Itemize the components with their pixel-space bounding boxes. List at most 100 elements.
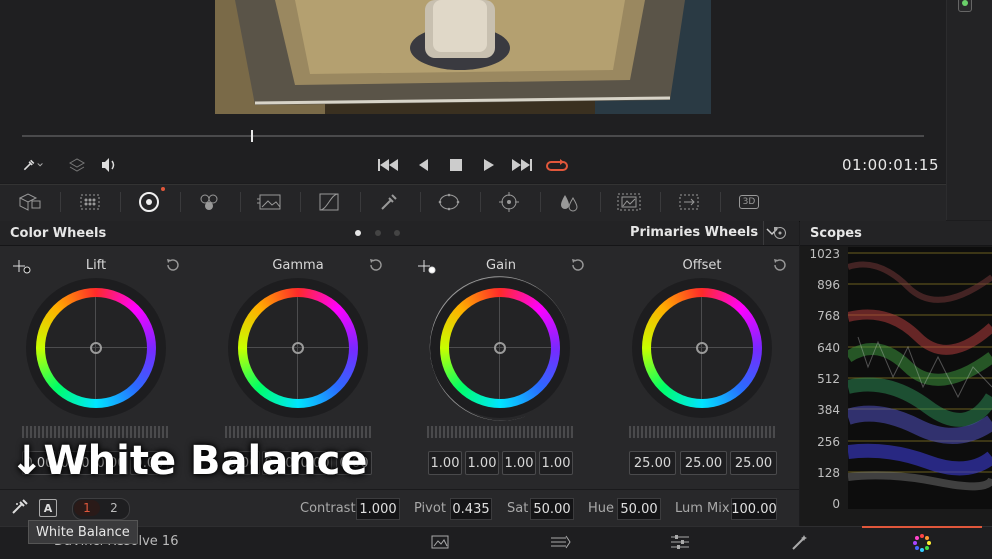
toolbar-divider — [240, 192, 241, 212]
offset-wheel[interactable] — [632, 278, 772, 418]
reset-all-icon[interactable] — [772, 225, 788, 245]
gain-reset-icon[interactable] — [570, 257, 586, 277]
mode-dropdown-label: Primaries Wheels — [630, 225, 759, 240]
gain-wheel[interactable] — [430, 278, 570, 418]
gamma-wheel[interactable] — [228, 278, 368, 418]
toolbar-divider — [600, 192, 601, 212]
lift-master-slider[interactable] — [22, 426, 168, 438]
skip-to-start-icon[interactable] — [377, 154, 399, 176]
play-reverse-icon[interactable] — [412, 154, 434, 176]
edit-page-icon[interactable] — [380, 526, 500, 558]
motion-effects-icon[interactable] — [249, 184, 289, 220]
contrast-field[interactable]: 1.000 — [356, 498, 400, 520]
gamma-reset-icon[interactable] — [368, 257, 384, 277]
sat-field[interactable]: 50.00 — [530, 498, 574, 520]
play-icon[interactable] — [478, 154, 500, 176]
header-divider — [763, 221, 764, 245]
wheel-center-handle[interactable] — [292, 342, 304, 354]
gain-picker-icon[interactable] — [416, 258, 438, 280]
fusion-page-icon[interactable] — [740, 526, 860, 558]
wheel-center-handle[interactable] — [90, 342, 102, 354]
toolbar-divider — [540, 192, 541, 212]
sizing-icon[interactable] — [669, 184, 709, 220]
offset-g-field[interactable]: 25.00 — [680, 451, 727, 475]
toolbar-divider — [480, 192, 481, 212]
panel-title: Color Wheels — [10, 226, 107, 241]
auto-balance-icon[interactable] — [10, 498, 32, 520]
overlay-title: White Balance — [43, 438, 368, 484]
volume-icon[interactable] — [98, 154, 120, 176]
color-page-icon[interactable] — [862, 526, 982, 558]
loop-icon[interactable] — [546, 154, 568, 176]
waveform-scope[interactable] — [848, 247, 992, 509]
skip-to-end-icon[interactable] — [511, 154, 533, 176]
page-button-2[interactable]: 2 — [101, 500, 127, 516]
picker-dropdown-button[interactable] — [22, 154, 44, 176]
auto-button[interactable]: A — [39, 499, 57, 517]
toolbar-divider — [720, 192, 721, 212]
hue-field[interactable]: 50.00 — [617, 498, 661, 520]
color-match-icon[interactable] — [70, 184, 110, 220]
offset-master-slider[interactable] — [629, 426, 775, 438]
qualifier-icon[interactable] — [369, 184, 409, 220]
blur-icon[interactable] — [549, 184, 589, 220]
offset-b-field[interactable]: 25.00 — [730, 451, 777, 475]
offset-reset-icon[interactable] — [772, 257, 788, 277]
cut-page-icon[interactable] — [500, 526, 620, 558]
page-dot-active[interactable] — [355, 230, 361, 236]
pivot-label: Pivot — [414, 501, 446, 516]
key-icon[interactable] — [609, 184, 649, 220]
pivot-field[interactable]: 0.435 — [450, 498, 492, 520]
sat-label: Sat — [507, 501, 529, 516]
param-divider — [0, 489, 799, 490]
wheel-center-handle[interactable] — [696, 342, 708, 354]
tracker-icon[interactable] — [489, 184, 529, 220]
scrubber-track[interactable] — [22, 135, 924, 137]
tooltip: White Balance — [28, 520, 138, 544]
toolbar-divider — [420, 192, 421, 212]
scope-scale-label: 0 — [832, 497, 840, 511]
gain-r-field[interactable]: 1.00 — [465, 451, 499, 475]
lift-picker-icon[interactable] — [11, 258, 33, 280]
mode-dropdown[interactable]: Primaries Wheels — [630, 225, 778, 240]
wheel-label-lift: Lift — [85, 258, 107, 273]
timecode: 01:00:01:15 — [842, 156, 940, 174]
wheel-label-gamma: Gamma — [272, 258, 324, 273]
offset-r-field[interactable]: 25.00 — [629, 451, 676, 475]
camera-raw-icon[interactable] — [10, 184, 50, 220]
scope-scale-label: 384 — [817, 403, 840, 417]
scope-scale-label: 512 — [817, 372, 840, 386]
gain-b-field[interactable]: 1.00 — [539, 451, 573, 475]
node-output-icon[interactable] — [958, 0, 972, 12]
eyedropper-icon — [23, 159, 43, 171]
overlay-caption: ↓White Balance — [10, 438, 368, 484]
scope-scale-label: 128 — [817, 466, 840, 480]
page-button-1[interactable]: 1 — [74, 500, 100, 516]
wheel-label-gain: Gain — [486, 258, 516, 273]
toolbar-divider — [120, 192, 121, 212]
lift-wheel[interactable] — [26, 278, 166, 418]
page-dot[interactable] — [375, 230, 381, 236]
lift-reset-icon[interactable] — [165, 257, 181, 277]
rgb-mixer-icon[interactable] — [189, 184, 229, 220]
gain-g-field[interactable]: 1.00 — [502, 451, 536, 475]
stop-icon[interactable] — [445, 154, 467, 176]
playhead[interactable] — [251, 130, 254, 142]
lum-mix-field[interactable]: 100.00 — [731, 498, 777, 520]
page-dot[interactable] — [394, 230, 400, 236]
curves-icon[interactable] — [309, 184, 349, 220]
gain-master-slider[interactable] — [427, 426, 573, 438]
gain-y-field[interactable]: 1.00 — [428, 451, 462, 475]
fairlight-page-icon[interactable] — [620, 526, 740, 558]
toolbar-divider — [360, 192, 361, 212]
gamma-master-slider[interactable] — [225, 426, 371, 438]
3d-icon[interactable]: 3D — [729, 184, 769, 220]
toolbar-divider — [660, 192, 661, 212]
window-icon[interactable] — [429, 184, 469, 220]
scope-scale-label: 1023 — [809, 247, 840, 261]
color-wheels-icon[interactable] — [129, 184, 169, 220]
video-frame[interactable] — [215, 0, 711, 114]
wheel-center-handle[interactable] — [494, 342, 506, 354]
layers-icon[interactable] — [66, 154, 88, 176]
toolbar-divider — [300, 192, 301, 212]
